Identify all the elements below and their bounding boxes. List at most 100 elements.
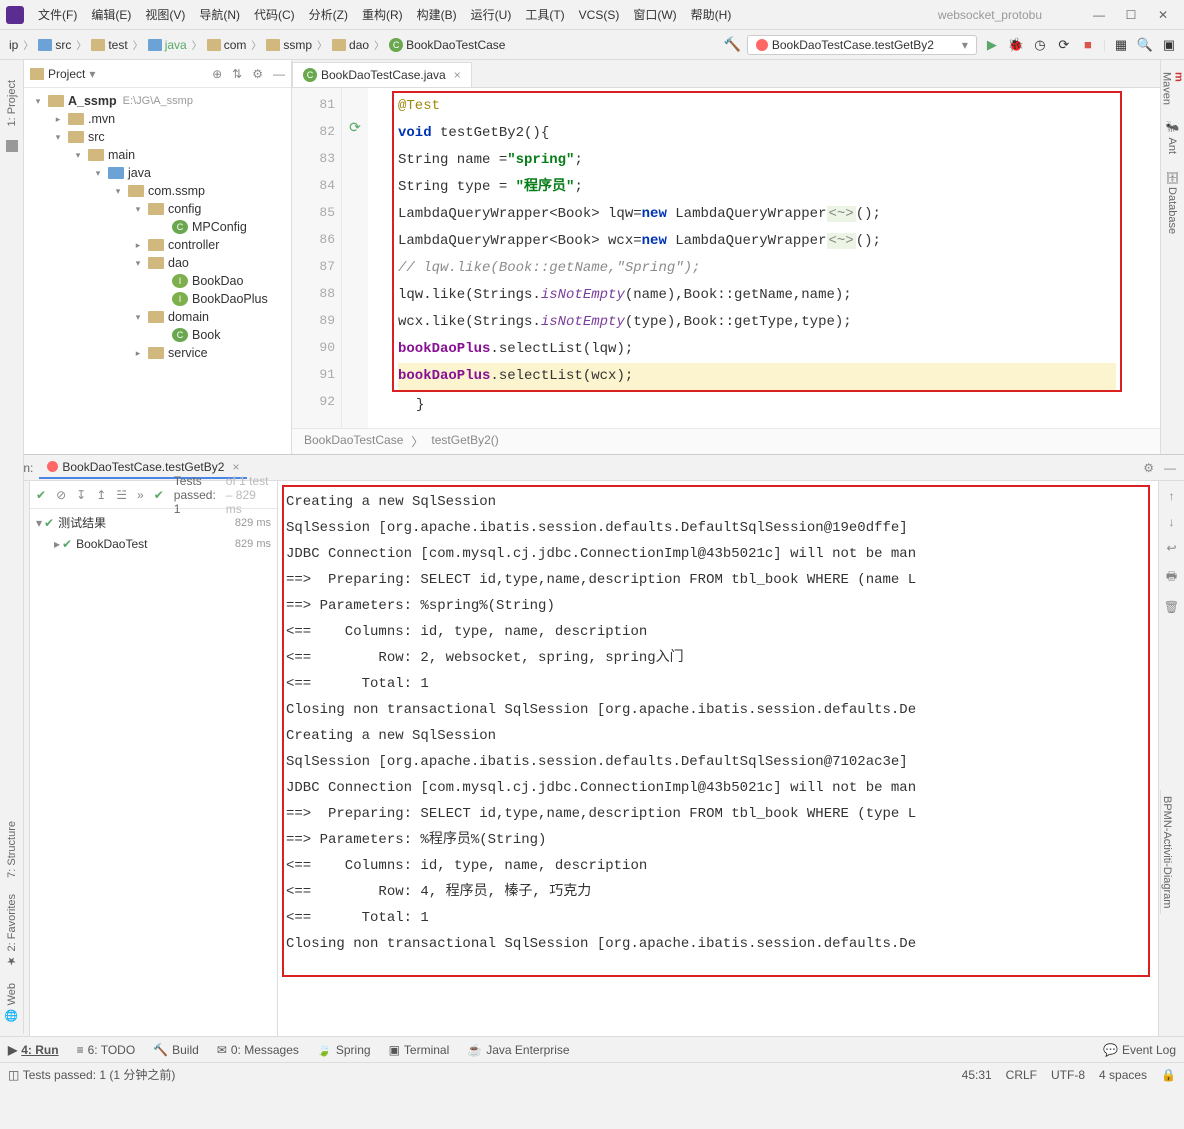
tool-structure[interactable]: 7: Structure <box>6 821 18 878</box>
check-icon[interactable]: ✔ <box>36 488 46 502</box>
tree-service[interactable]: ▸service <box>24 344 291 362</box>
tab-run[interactable]: ▶ 4: Run <box>8 1043 59 1057</box>
tool-favorites[interactable]: ★ 2: Favorites <box>5 894 18 968</box>
editor-tab[interactable]: CBookDaoTestCase.java× <box>292 62 472 87</box>
test-root[interactable]: ▾✔测试结果829 ms <box>30 511 277 534</box>
project-view-label[interactable]: Project <box>48 67 85 81</box>
hide-icon[interactable]: — <box>273 67 285 81</box>
test-node[interactable]: ▸✔BookDaoTest829 ms <box>30 534 277 554</box>
run-button[interactable]: ▶ <box>983 37 1001 53</box>
build-icon[interactable]: 🔨 <box>723 36 740 53</box>
tab-todo[interactable]: ≡ 6: TODO <box>77 1043 136 1057</box>
tree-mvn[interactable]: ▸.mvn <box>24 110 291 128</box>
menu-help[interactable]: 帮助(H) <box>685 2 738 27</box>
coverage-button[interactable]: ◷ <box>1031 37 1049 53</box>
indent[interactable]: 4 spaces <box>1099 1068 1147 1082</box>
crumb-ssmp[interactable]: ssmp <box>263 36 315 54</box>
crumb-test[interactable]: test <box>88 36 130 54</box>
run-tab[interactable]: BookDaoTestCase.testGetBy2× <box>39 457 247 479</box>
crumb-com[interactable]: com <box>204 36 250 54</box>
menu-refactor[interactable]: 重构(R) <box>356 2 409 27</box>
menu-build[interactable]: 构建(B) <box>411 2 463 27</box>
hide-icon[interactable]: — <box>1164 461 1176 475</box>
print-icon[interactable]: 🖶 <box>1166 567 1177 588</box>
crumb-java[interactable]: java <box>145 36 190 54</box>
tool-icon[interactable]: ▦ <box>1112 37 1130 53</box>
minimize-button[interactable]: — <box>1084 4 1114 26</box>
tool-database[interactable]: 🗄 Database <box>1166 166 1179 238</box>
gear-icon[interactable]: ⚙ <box>252 67 263 81</box>
menu-edit[interactable]: 编辑(E) <box>85 2 137 27</box>
down-icon[interactable]: ↓ <box>1169 515 1175 529</box>
stop-button[interactable]: ■ <box>1079 37 1097 52</box>
window-icon[interactable]: ◫ <box>8 1068 19 1082</box>
tool-project[interactable]: 1: Project <box>6 80 18 126</box>
tool-ant[interactable]: 🐜 Ant <box>1166 117 1179 158</box>
tree-bookdaoplus[interactable]: IBookDaoPlus <box>24 290 291 308</box>
tab-event-log[interactable]: 💬 Event Log <box>1103 1043 1176 1057</box>
menu-window[interactable]: 窗口(W) <box>627 2 682 27</box>
tool-web[interactable]: 🌐 Web <box>5 983 18 1022</box>
project-tree[interactable]: ▾A_ssmpE:\JG\A_ssmp ▸.mvn ▾src ▾main ▾ja… <box>24 88 291 454</box>
crumb-root[interactable]: ip <box>6 36 21 54</box>
wrap-icon[interactable]: ↩ <box>1166 541 1176 555</box>
tab-spring[interactable]: 🍃 Spring <box>317 1043 371 1057</box>
menu-analyze[interactable]: 分析(Z) <box>303 2 354 27</box>
tree-controller[interactable]: ▸controller <box>24 236 291 254</box>
filter-icon[interactable]: ☱ <box>116 488 127 502</box>
tree-domain[interactable]: ▾domain <box>24 308 291 326</box>
run-config-select[interactable]: BookDaoTestCase.testGetBy2 ▾ <box>747 35 977 55</box>
run-gutter-icon[interactable]: ⟳ <box>342 119 368 136</box>
tree-dao[interactable]: ▾dao <box>24 254 291 272</box>
menu-tools[interactable]: 工具(T) <box>519 2 570 27</box>
menu-code[interactable]: 代码(C) <box>248 2 301 27</box>
close-button[interactable]: ✕ <box>1148 4 1178 26</box>
tree-root[interactable]: ▾A_ssmpE:\JG\A_ssmp <box>24 92 291 110</box>
tree-pkg[interactable]: ▾com.ssmp <box>24 182 291 200</box>
tab-messages[interactable]: ✉ 0: Messages <box>217 1043 299 1057</box>
caret-position[interactable]: 45:31 <box>962 1068 992 1082</box>
close-icon[interactable]: × <box>454 68 461 82</box>
menu-navigate[interactable]: 导航(N) <box>193 2 246 27</box>
chevron-down-icon[interactable]: ▾ <box>89 67 95 81</box>
expand-icon[interactable]: ⇅ <box>232 67 242 81</box>
menu-vcs[interactable]: VCS(S) <box>573 4 626 26</box>
target-icon[interactable]: ⊕ <box>212 67 222 81</box>
encoding[interactable]: UTF-8 <box>1051 1068 1085 1082</box>
sort-icon[interactable]: ↥ <box>96 488 106 502</box>
menu-file[interactable]: 文件(F) <box>32 2 83 27</box>
clear-icon[interactable]: 🗑 <box>1164 600 1179 614</box>
gear-icon[interactable]: ⚙ <box>1143 461 1154 475</box>
test-tree[interactable]: ▾✔测试结果829 ms ▸✔BookDaoTest829 ms <box>30 509 277 556</box>
tree-book[interactable]: CBook <box>24 326 291 344</box>
menu-view[interactable]: 视图(V) <box>139 2 191 27</box>
tool-icon[interactable]: ▣ <box>1160 37 1178 53</box>
sort-icon[interactable]: ↧ <box>76 488 86 502</box>
tree-main[interactable]: ▾main <box>24 146 291 164</box>
tool-icon[interactable] <box>6 140 18 152</box>
console-output[interactable]: Creating a new SqlSession SqlSession [or… <box>278 481 1158 1036</box>
tree-mpconfig[interactable]: CMPConfig <box>24 218 291 236</box>
ignore-icon[interactable]: ⊘ <box>56 488 66 502</box>
close-icon[interactable]: × <box>232 460 239 474</box>
tab-jee[interactable]: ☕ Java Enterprise <box>467 1043 569 1057</box>
crumb-dao[interactable]: dao <box>329 36 372 54</box>
lock-icon[interactable]: 🔒 <box>1161 1068 1176 1082</box>
tree-config[interactable]: ▾config <box>24 200 291 218</box>
tool-maven[interactable]: mMaven <box>1161 68 1184 109</box>
crumb-class[interactable]: CBookDaoTestCase <box>386 36 508 54</box>
code-content[interactable]: @Test void testGetBy2(){ String name ="s… <box>368 88 1160 428</box>
maximize-button[interactable]: ☐ <box>1116 4 1146 26</box>
line-ending[interactable]: CRLF <box>1006 1068 1037 1082</box>
crumb-src[interactable]: src <box>35 36 74 54</box>
code-area[interactable]: 818283848586878889909192 ⟳ @Test void te… <box>292 88 1160 428</box>
tool-bpmn[interactable]: BPMN-Activiti-Diagram <box>1161 796 1173 908</box>
tree-src[interactable]: ▾src <box>24 128 291 146</box>
menu-run[interactable]: 运行(U) <box>465 2 518 27</box>
search-icon[interactable]: 🔍 <box>1136 37 1154 53</box>
tree-bookdao[interactable]: IBookDao <box>24 272 291 290</box>
tree-java[interactable]: ▾java <box>24 164 291 182</box>
profile-button[interactable]: ⟳ <box>1055 37 1073 53</box>
tab-terminal[interactable]: ▣ Terminal <box>389 1043 450 1057</box>
up-icon[interactable]: ↑ <box>1169 489 1175 503</box>
